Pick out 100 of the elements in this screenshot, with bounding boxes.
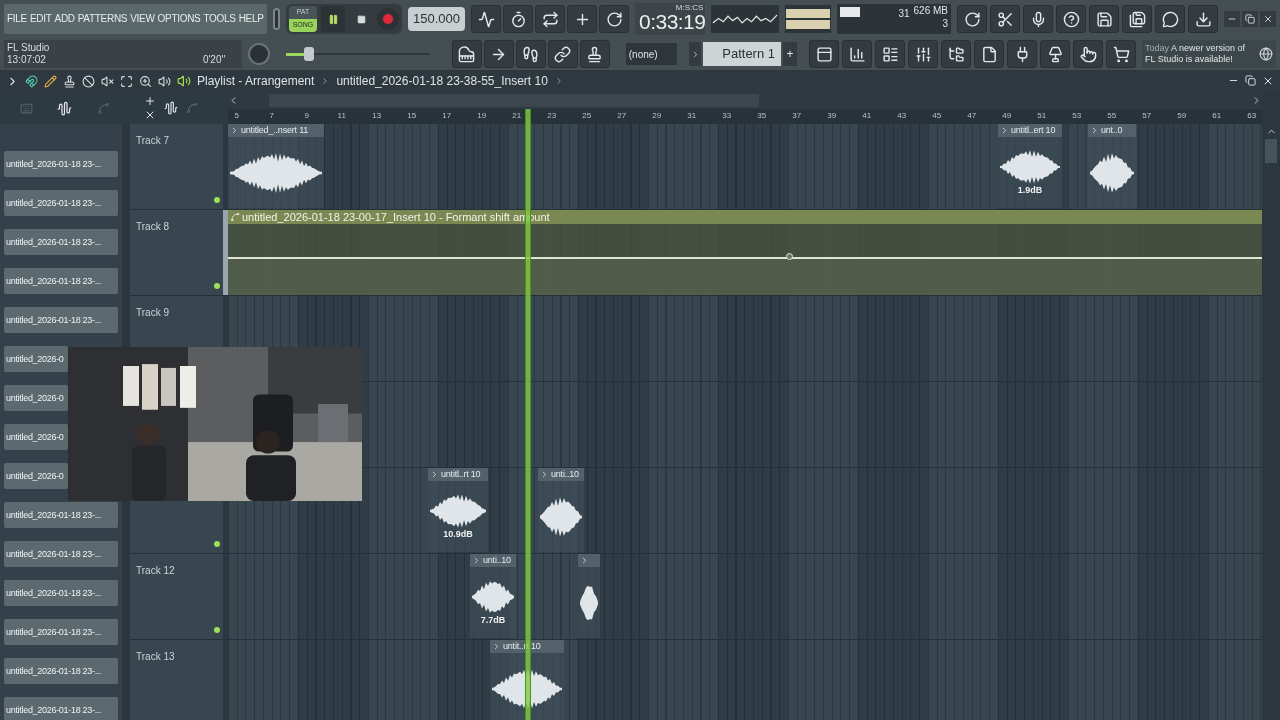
audio-clip[interactable]: untitl..ert 10 1.9dB xyxy=(998,124,1062,208)
picker-item[interactable]: untitled_2026-01-18 23-... xyxy=(4,307,118,333)
toolbar-button[interactable] xyxy=(957,5,987,33)
master-slider[interactable] xyxy=(286,49,430,59)
toolbar-button[interactable] xyxy=(535,5,565,33)
tempo-field[interactable]: 150.000 xyxy=(408,7,465,31)
zoom-icon[interactable] xyxy=(139,74,152,88)
speaker-icon[interactable] xyxy=(177,74,191,88)
picker-item[interactable]: untitled_2026-0 xyxy=(4,463,68,489)
volume-knob[interactable] xyxy=(248,43,271,65)
restore-button[interactable] xyxy=(1242,11,1258,27)
scrollbar-track[interactable] xyxy=(122,501,130,720)
picker-item[interactable]: untitled_2026-0 xyxy=(4,424,68,450)
audio-clip[interactable] xyxy=(578,554,600,638)
globe-icon[interactable] xyxy=(1259,47,1273,61)
scrollbar-track[interactable] xyxy=(122,124,130,347)
restore-icon[interactable] xyxy=(1245,75,1256,86)
audio-clip[interactable]: unti..10 xyxy=(538,468,584,552)
picker-item[interactable]: untitled_2026-01-18 23-... xyxy=(4,229,118,255)
frame-icon[interactable] xyxy=(120,74,133,88)
toolbar-button[interactable] xyxy=(515,40,546,68)
picker-item[interactable]: untitled_2026-01-18 23-... xyxy=(4,502,118,528)
menu-item[interactable]: OPTIONS xyxy=(157,14,201,24)
speaker-icon[interactable] xyxy=(158,74,171,88)
toolbar-button[interactable] xyxy=(599,5,629,33)
toolbar-button[interactable] xyxy=(1106,40,1137,68)
toolbar-button[interactable] xyxy=(1089,5,1119,33)
menu-item[interactable]: FILE xyxy=(7,14,27,24)
toolbar-button[interactable] xyxy=(842,40,873,68)
toolbar-button[interactable] xyxy=(1040,40,1071,68)
picker-item[interactable]: untitled_2026-01-18 23-... xyxy=(4,190,118,216)
clip-menu-icon[interactable] xyxy=(230,126,239,135)
toolbar-button[interactable] xyxy=(547,40,578,68)
toolbar-button[interactable] xyxy=(503,5,533,33)
audio-clip[interactable]: unti..10 7.7dB xyxy=(470,554,516,638)
audio-clip[interactable]: unt..0 xyxy=(1088,124,1136,208)
picker-item[interactable]: untitled_2026-01-18 23-... xyxy=(4,541,118,567)
toolbar-button[interactable] xyxy=(567,5,597,33)
menu-item[interactable]: PATTERNS xyxy=(77,14,128,24)
menu-item[interactable]: VIEW xyxy=(130,14,155,24)
scrollbar-thumb[interactable] xyxy=(1265,139,1277,163)
track-led[interactable] xyxy=(214,541,220,547)
mute-icon[interactable] xyxy=(101,74,114,88)
track-led[interactable] xyxy=(214,627,220,633)
track-led[interactable] xyxy=(214,197,220,203)
close-icon[interactable] xyxy=(1262,75,1274,87)
clip-source[interactable]: untitled_2026-01-18 23-38-55_Insert 10 xyxy=(336,72,548,90)
close-icon[interactable] xyxy=(144,109,156,121)
toolbar-button[interactable] xyxy=(1155,5,1185,33)
clip-menu-icon[interactable] xyxy=(1090,126,1099,135)
picker-item[interactable]: untitled_2026-01-18 23-... xyxy=(4,580,118,606)
toolbar-button[interactable] xyxy=(1122,5,1152,33)
channel-select[interactable]: (none) xyxy=(625,43,678,65)
track-led[interactable] xyxy=(214,283,220,289)
waveform-icon[interactable] xyxy=(57,100,73,116)
toolbar-button[interactable] xyxy=(941,40,972,68)
toolbar-button[interactable] xyxy=(451,40,482,68)
toolbar-button[interactable] xyxy=(1188,5,1218,33)
picker-item[interactable]: untitled_2026-0 xyxy=(4,346,68,372)
menu-item[interactable]: EDIT xyxy=(29,14,52,24)
picker-item[interactable]: untitled_2026-01-18 23-... xyxy=(4,697,118,720)
clip-menu-icon[interactable] xyxy=(492,642,501,651)
magnet-icon[interactable] xyxy=(25,74,38,88)
audio-clip[interactable]: untitled_..nsert 11 xyxy=(228,124,324,208)
toolbar-button[interactable] xyxy=(875,40,906,68)
clip-menu-icon[interactable] xyxy=(580,556,589,565)
plus-icon[interactable] xyxy=(144,95,156,107)
minimize-button[interactable] xyxy=(1224,11,1240,27)
clip-menu-icon[interactable] xyxy=(540,470,549,479)
audio-clip[interactable]: untitl..rt 10 10.9dB xyxy=(428,468,488,552)
pencil-icon[interactable] xyxy=(44,74,57,88)
toolbar-button[interactable] xyxy=(483,40,514,68)
automation-clip[interactable]: untitled_2026-01-18 23-00-17_Insert 10 - Formant shift amount xyxy=(228,210,1262,296)
clip-menu-icon[interactable] xyxy=(430,470,439,479)
automation-point[interactable] xyxy=(786,253,793,261)
picker-item[interactable]: untitled_2026-01-18 23-... xyxy=(4,658,118,684)
toolbar-button[interactable] xyxy=(908,40,939,68)
no-entry-icon[interactable] xyxy=(82,74,95,88)
menu-item[interactable]: HELP xyxy=(238,14,264,24)
close-button[interactable] xyxy=(1260,11,1276,27)
pattern-select[interactable]: Pattern 1 xyxy=(703,42,782,66)
toolbar-button[interactable] xyxy=(809,40,840,68)
toolbar-button[interactable] xyxy=(579,40,610,68)
toolbar-button[interactable] xyxy=(471,5,501,33)
slider-thumb[interactable] xyxy=(304,47,314,61)
picker-item[interactable]: untitled_2026-01-18 23-... xyxy=(4,619,118,645)
play-pause-button[interactable] xyxy=(321,6,345,32)
toolbar-button[interactable] xyxy=(1007,40,1038,68)
toolbar-button[interactable] xyxy=(1023,5,1053,33)
toolbar-button[interactable] xyxy=(974,40,1005,68)
toolbar-button[interactable] xyxy=(1056,5,1086,33)
waveform-icon[interactable] xyxy=(164,101,178,115)
menu-item[interactable]: ADD xyxy=(54,14,75,24)
picker-item[interactable]: untitled_2026-01-18 23-... xyxy=(4,151,118,177)
clip-menu-icon[interactable] xyxy=(472,556,481,565)
clip-menu-icon[interactable] xyxy=(1000,126,1009,135)
toolbar-button[interactable] xyxy=(1073,40,1104,68)
add-pattern-button[interactable]: + xyxy=(783,42,798,66)
picker-item[interactable]: untitled_2026-0 xyxy=(4,385,68,411)
time-ruler[interactable]: 5 7 9 11 13 15 17 19 21 23 25 27 29 31 33 35 37 39 41 43 45 47 49 51 53 55 57 59 61 63 xyxy=(228,109,1262,124)
